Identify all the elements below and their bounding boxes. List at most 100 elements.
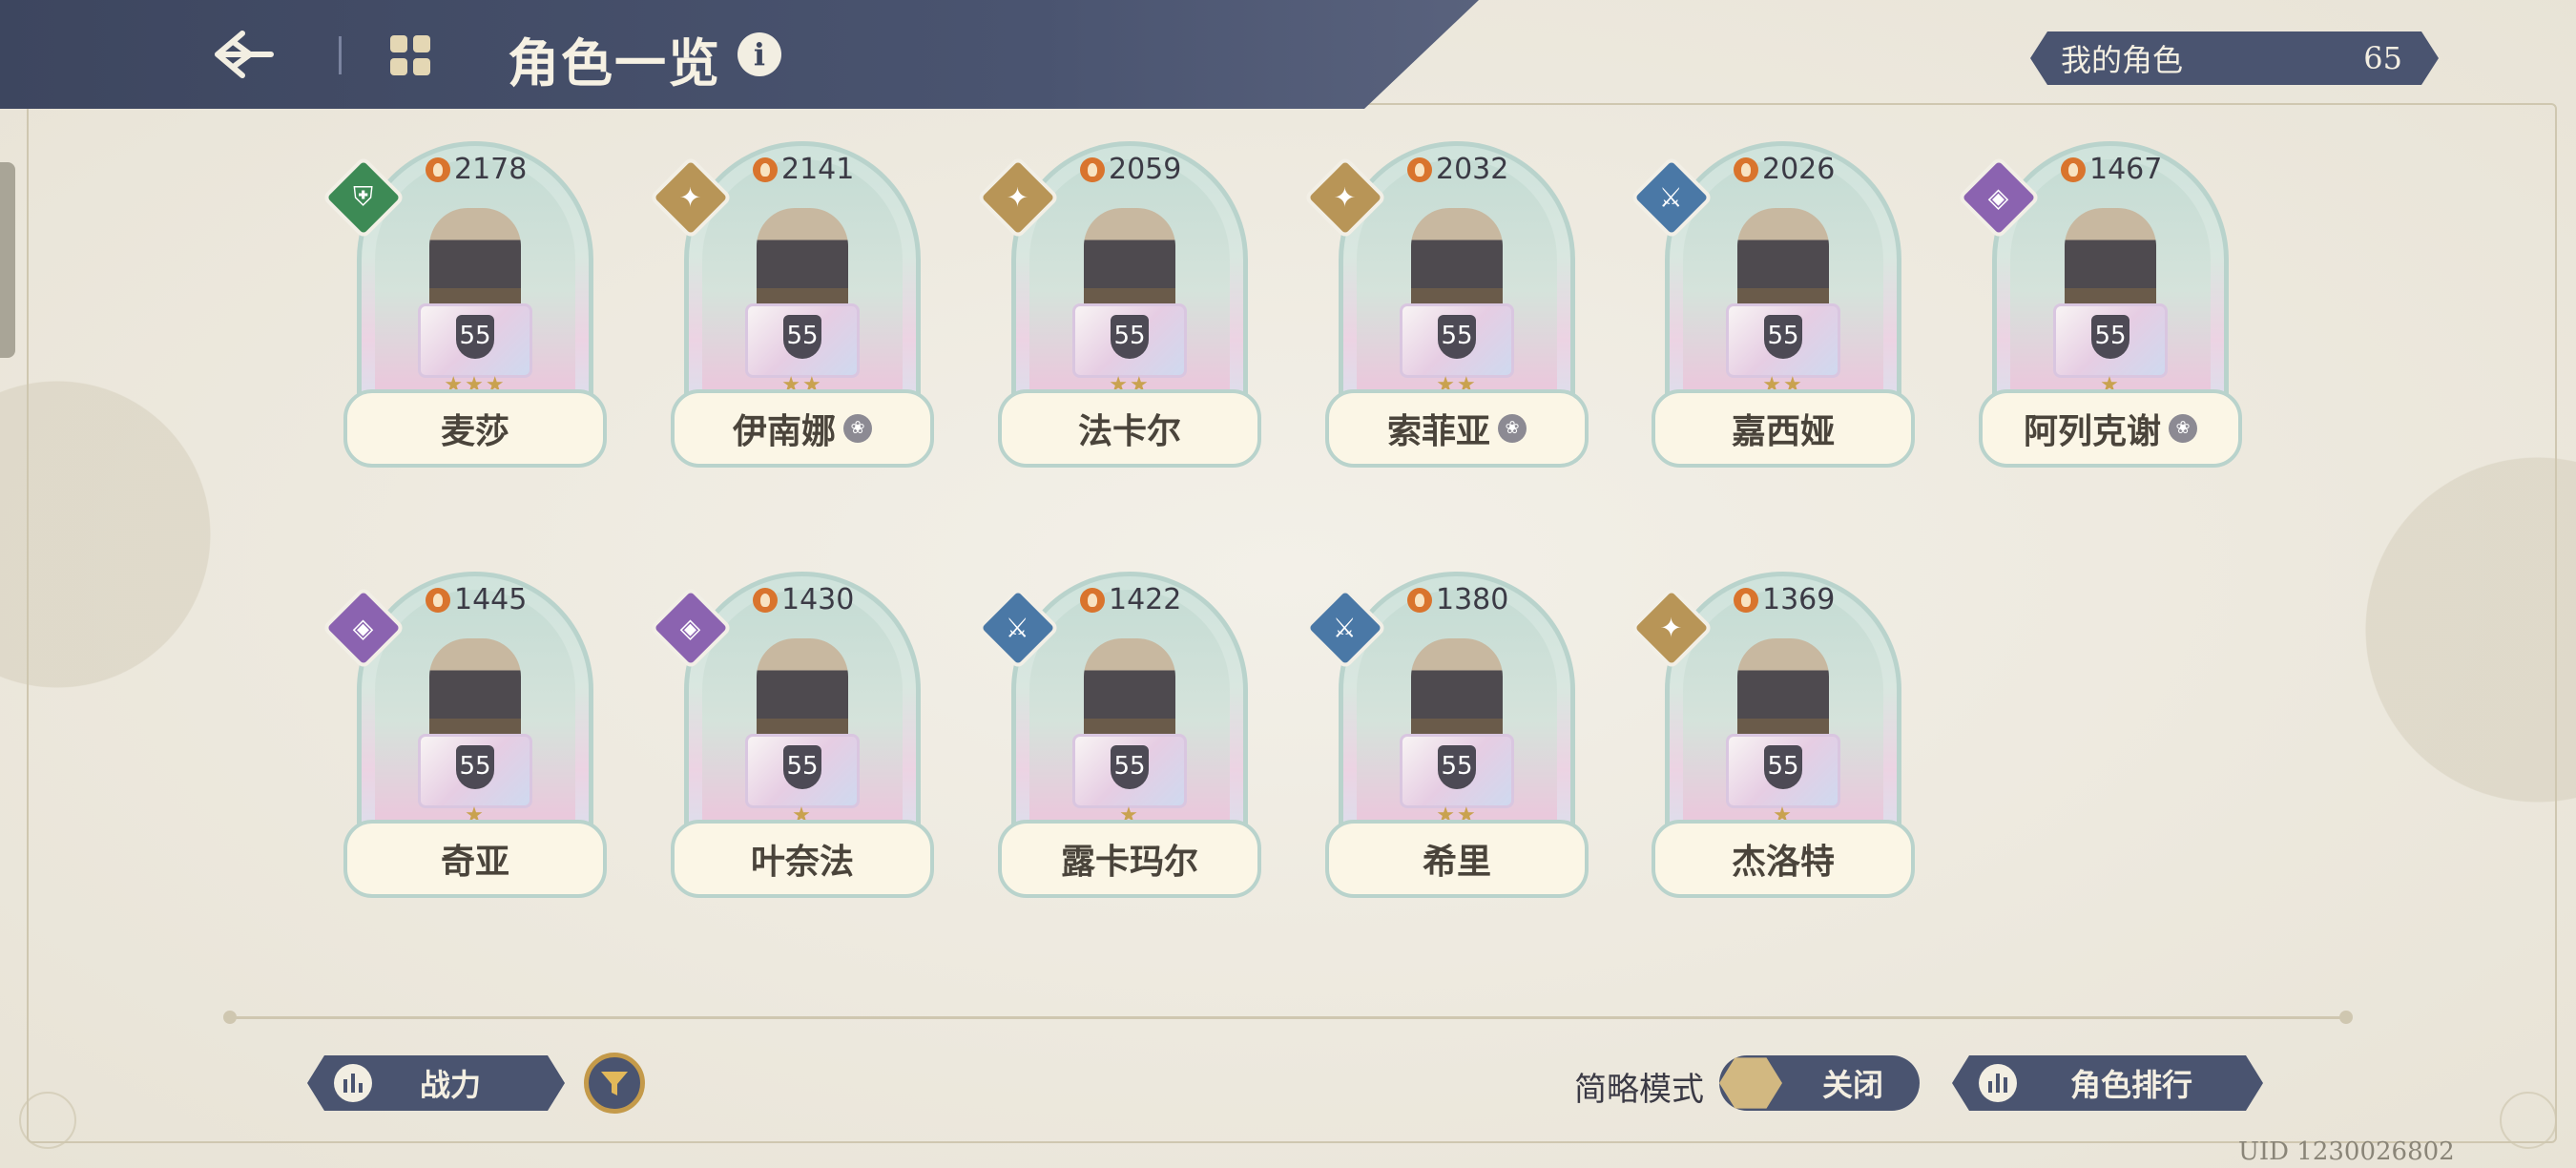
power-stat: 1422 [1080,583,1181,616]
level-badge: 55 [783,745,821,789]
fire-icon [1080,587,1105,613]
crossed-blades-icon: ⚔ [1333,612,1358,644]
character-name: 法卡尔 [1077,411,1181,451]
level-badge: 55 [1438,315,1476,359]
fire-icon [1407,156,1432,182]
power-stat: 1430 [753,583,854,616]
character-nameplate[interactable]: 嘉西娅 [1652,389,1915,468]
power-value: 1445 [454,583,528,616]
page-title: 角色一览 [508,32,721,94]
toggle-knob [1719,1057,1782,1109]
character-nameplate[interactable]: 杰洛特 [1652,820,1915,898]
level-badge: 55 [2091,315,2129,359]
character-nameplate[interactable]: 法卡尔 [998,389,1261,468]
sort-button[interactable]: 战力 [307,1055,565,1111]
sort-label: 战力 [420,1067,482,1103]
character-name: 奇亚 [440,842,509,882]
filter-funnel-icon [601,1072,628,1095]
shield-icon: ⛨ [353,180,374,213]
simple-mode-value: 关闭 [1822,1067,1884,1103]
power-stat: 2059 [1080,153,1181,186]
power-stat: 1445 [426,583,527,616]
character-name: 希里 [1422,842,1491,882]
awaken-icon: ❀ [843,414,872,443]
character-card[interactable]: 2141 ✦ 55 ★★ 伊南娜 ❀ [649,141,934,468]
awaken-icon: ❀ [2169,414,2197,443]
menu-button[interactable] [386,31,434,79]
fire-icon [2061,156,2086,182]
fire-icon [1407,587,1432,613]
character-nameplate[interactable]: 奇亚 [343,820,607,898]
crossed-blades-icon: ⚔ [1659,181,1684,214]
power-stat: 2178 [426,153,527,186]
divider-ornament [2339,1011,2353,1024]
arcane-sigil-icon: ◈ [1988,181,2009,214]
compass-star-icon: ✦ [679,181,702,214]
character-card[interactable]: 1445 ◈ 55 ★ 奇亚 [322,572,607,898]
level-badge: 55 [1111,745,1149,789]
character-nameplate[interactable]: 阿列克谢 ❀ [1979,389,2242,468]
character-card[interactable]: 1467 ◈ 55 ★ 阿列克谢 ❀ [1957,141,2242,468]
character-nameplate[interactable]: 叶奈法 [671,820,934,898]
character-card[interactable]: 1430 ◈ 55 ★ 叶奈法 [649,572,934,898]
level-badge: 55 [783,315,821,359]
character-nameplate[interactable]: 露卡玛尔 [998,820,1261,898]
filter-button[interactable] [584,1053,645,1114]
power-value: 1369 [1762,583,1836,616]
level-badge: 55 [456,745,494,789]
character-name: 嘉西娅 [1731,411,1835,451]
character-ranking-button[interactable]: 角色排行 [1952,1055,2263,1111]
arcane-sigil-icon: ◈ [680,612,701,644]
fire-icon [1734,156,1758,182]
character-nameplate[interactable]: 索菲亚 ❀ [1325,389,1589,468]
character-card[interactable]: 1422 ⚔ 55 ★ 露卡玛尔 [976,572,1261,898]
character-nameplate[interactable]: 希里 [1325,820,1589,898]
power-stat: 1369 [1734,583,1835,616]
corner-ornament [19,1092,76,1149]
power-value: 2059 [1109,153,1182,186]
power-value: 1430 [781,583,855,616]
ranking-chart-icon [1979,1064,2017,1102]
info-icon[interactable]: i [737,32,781,76]
character-name: 杰洛特 [1731,842,1835,882]
ranking-label: 角色排行 [2070,1067,2193,1103]
character-card[interactable]: 2059 ✦ 55 ★★ 法卡尔 [976,141,1261,468]
character-name: 索菲亚 [1386,411,1490,451]
power-value: 2141 [781,153,855,186]
character-card[interactable]: 1369 ✦ 55 ★ 杰洛特 [1630,572,1915,898]
character-name: 伊南娜 [732,411,836,451]
compass-star-icon: ✦ [1334,181,1357,214]
character-card[interactable]: 2178 ⛨ 55 ★★★ 麦莎 [322,141,607,468]
level-badge: 55 [1764,315,1802,359]
side-drawer-handle[interactable] [0,162,15,358]
level-badge: 55 [1764,745,1802,789]
character-name: 麦莎 [440,411,509,451]
fire-icon [753,156,778,182]
power-stat: 1467 [2061,153,2162,186]
back-arrow-icon [215,31,274,78]
character-card[interactable]: 2026 ⚔ 55 ★★ 嘉西娅 [1630,141,1915,468]
fire-icon [753,587,778,613]
character-nameplate[interactable]: 伊南娜 ❀ [671,389,934,468]
compass-star-icon: ✦ [1007,181,1029,214]
footer-divider [229,1016,2347,1019]
character-card[interactable]: 2032 ✦ 55 ★★ 索菲亚 ❀ [1303,141,1589,468]
compass-star-icon: ✦ [1660,612,1683,644]
character-nameplate[interactable]: 麦莎 [343,389,607,468]
simple-mode-label: 简略模式 [1574,1071,1704,1109]
crossed-blades-icon: ⚔ [1006,612,1030,644]
fire-icon [1080,156,1105,182]
divider-ornament [223,1011,237,1024]
level-badge: 55 [456,315,494,359]
grid-menu-icon [390,35,430,75]
character-card[interactable]: 1380 ⚔ 55 ★★ 希里 [1303,572,1589,898]
power-value: 1422 [1109,583,1182,616]
back-button[interactable] [205,21,281,88]
power-stat: 2032 [1407,153,1508,186]
power-value: 2032 [1436,153,1509,186]
simple-mode-toggle[interactable]: 关闭 [1719,1055,1920,1111]
power-value: 1467 [2089,153,2163,186]
character-name: 叶奈法 [750,842,854,882]
power-stat: 1380 [1407,583,1508,616]
level-badge: 55 [1438,745,1476,789]
